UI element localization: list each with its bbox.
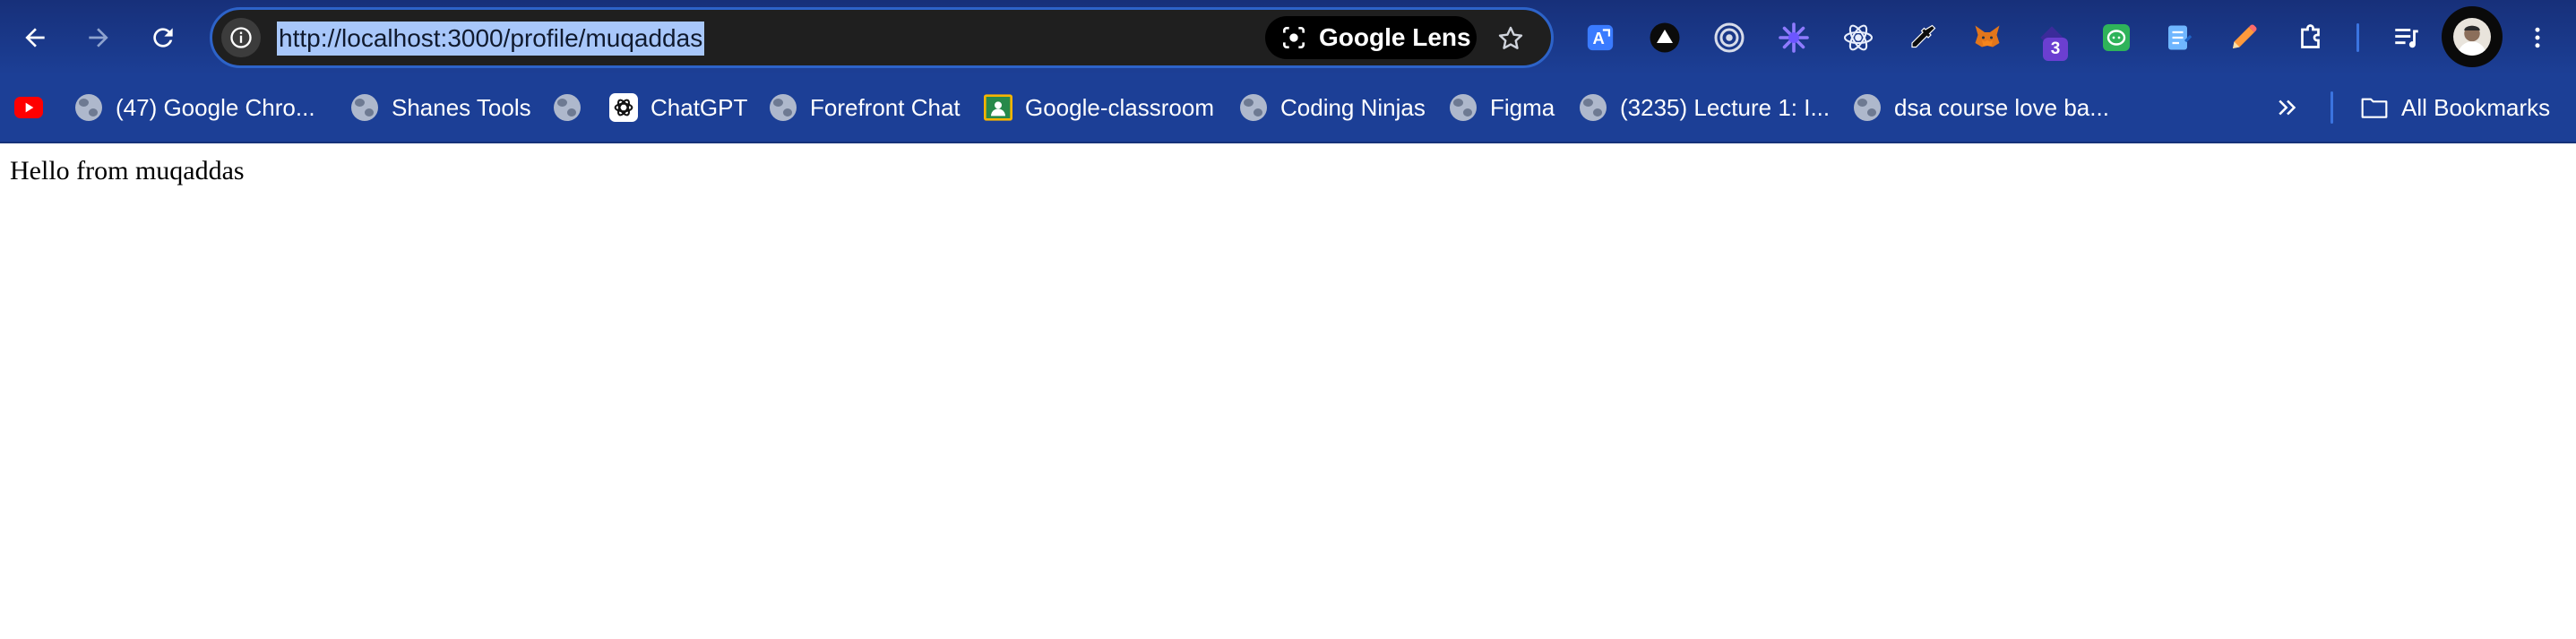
bookmark-star-button[interactable] (1489, 17, 1532, 60)
globe-icon (1240, 94, 1267, 121)
toolbar-divider (2356, 23, 2359, 52)
bookmark-item[interactable]: Coding Ninjas (1239, 86, 1426, 129)
arrow-left-icon (25, 28, 45, 47)
bookmark-label: (3235) Lecture 1: I... (1620, 93, 1831, 121)
bookmark-item[interactable]: Figma (1449, 86, 1555, 129)
reading-list-icon[interactable] (2387, 18, 2426, 57)
bookmark-label: Google-classroom (1025, 93, 1214, 121)
bookmark-item[interactable]: dsa course love ba... (1853, 86, 2109, 129)
triangle-extension-icon[interactable] (1645, 18, 1684, 57)
bookmark-label: dsa course love ba... (1894, 93, 2109, 121)
avatar-image (2453, 18, 2491, 56)
globe-icon (351, 94, 378, 121)
page-content: Hello from muqaddas (0, 143, 2576, 639)
bookmark-label: Forefront Chat (810, 93, 961, 121)
url-text[interactable]: http://localhost:3000/profile/muqaddas (277, 22, 705, 56)
bookmark-item[interactable]: Forefront Chat (769, 86, 961, 129)
bookmark-label: ChatGPT (650, 93, 748, 121)
globe-icon (1450, 94, 1477, 121)
chatgpt-icon (609, 93, 638, 122)
notes-extension-icon[interactable] (2159, 18, 2199, 57)
puzzle-extensions-icon[interactable] (2292, 18, 2331, 57)
youtube-icon (14, 93, 43, 122)
sparkle-extension-icon[interactable] (1774, 18, 1814, 57)
all-bookmarks-label: All Bookmarks (2401, 93, 2551, 121)
browser-menu-button[interactable] (2518, 18, 2557, 57)
bookmark-item[interactable]: Shanes Tools (350, 86, 531, 129)
google-lens-button[interactable]: Google Lens (1265, 16, 1477, 59)
info-icon (230, 27, 252, 48)
bookmark-label: Shanes Tools (392, 93, 531, 121)
metamask-fox-icon[interactable] (1968, 18, 2007, 57)
more-bookmarks-button[interactable] (2274, 86, 2301, 129)
reload-button[interactable] (140, 14, 186, 61)
target-extension-icon[interactable] (1710, 18, 1749, 57)
all-bookmarks-button[interactable]: All Bookmarks (2360, 86, 2550, 129)
star-icon (1498, 26, 1523, 49)
forward-button[interactable] (75, 14, 122, 61)
chevron-double-right-icon (2279, 99, 2296, 116)
translate-extension-icon[interactable]: A (1581, 18, 1620, 57)
globe-icon (1854, 94, 1881, 121)
pencil-extension-icon[interactable] (2224, 18, 2263, 57)
chat-extension-icon[interactable] (2097, 18, 2136, 57)
arrow-right-icon (89, 28, 108, 47)
bookmark-youtube[interactable] (14, 86, 56, 129)
site-info-button[interactable] (221, 18, 261, 57)
bookmark-item[interactable]: (3235) Lecture 1: I... (1579, 86, 1830, 129)
reload-icon (153, 28, 173, 47)
bookmarks-divider (2330, 91, 2333, 124)
globe-icon (554, 94, 581, 121)
bookmark-chatgpt[interactable]: ChatGPT (609, 86, 747, 129)
bookmark-label: Coding Ninjas (1280, 93, 1426, 121)
profile-avatar[interactable] (2442, 6, 2503, 67)
bookmarks-bar: (47) Google Chro... Shanes Tools ChatGPT… (0, 75, 2576, 143)
extension-badge: 3 (2043, 38, 2068, 61)
bookmark-label: Figma (1490, 93, 1555, 121)
react-devtools-icon[interactable] (1839, 18, 1878, 57)
globe-icon (1580, 94, 1607, 121)
globe-icon (770, 94, 797, 121)
more-vertical-icon (2535, 27, 2540, 48)
address-bar[interactable]: http://localhost:3000/profile/muqaddas G… (210, 7, 1554, 68)
bookmark-google-classroom[interactable]: Google-classroom (984, 86, 1214, 129)
bookmark-item[interactable]: (47) Google Chro... (74, 86, 315, 129)
browser-toolbar: http://localhost:3000/profile/muqaddas G… (0, 0, 2576, 75)
back-button[interactable] (12, 14, 58, 61)
svg-text:A: A (1593, 29, 1605, 47)
bookmark-label: (47) Google Chro... (116, 93, 315, 121)
globe-icon (75, 94, 102, 121)
page-text: Hello from muqaddas (10, 156, 245, 186)
eyedropper-extension-icon[interactable] (1903, 18, 1943, 57)
folder-icon (2360, 93, 2389, 122)
classroom-icon (984, 93, 1012, 122)
lens-camera-icon (1283, 27, 1305, 48)
google-lens-label: Google Lens (1319, 23, 1471, 51)
bookmark-item[interactable] (553, 86, 594, 129)
